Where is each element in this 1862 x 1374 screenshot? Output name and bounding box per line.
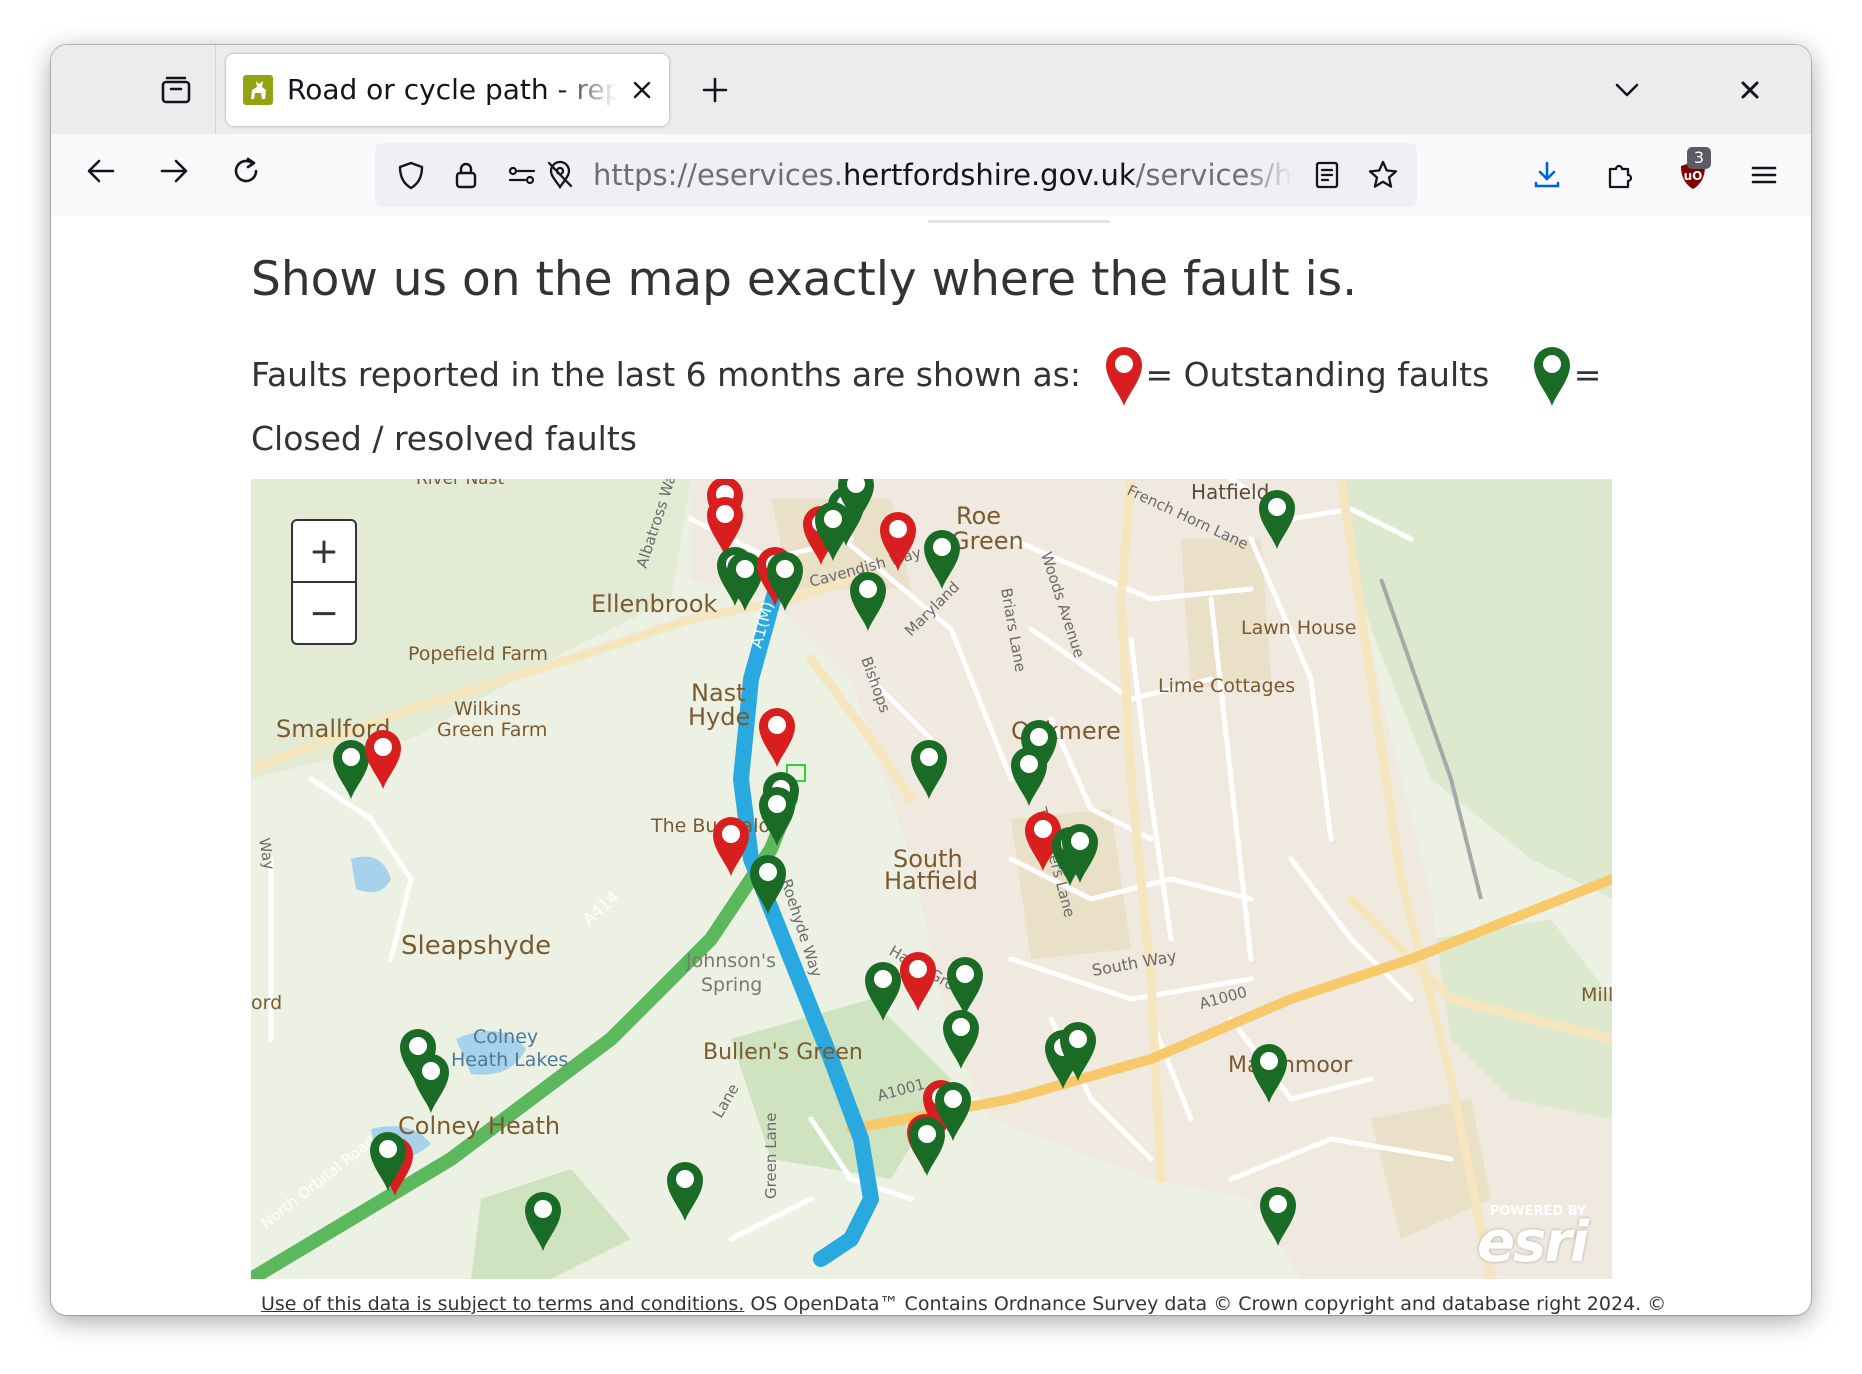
legend-intro: Faults reported in the last 6 months are… [251, 355, 1081, 394]
tab-title: Road or cycle path - report a fault [287, 73, 617, 106]
map-attribution: Use of this data is subject to terms and… [261, 1293, 1761, 1315]
outstanding-fault-pin-icon[interactable] [900, 952, 936, 1011]
location-blocked-icon[interactable] [538, 153, 582, 197]
terms-link[interactable]: Use of this data is subject to terms and… [261, 1293, 744, 1315]
list-all-tabs-chevron-icon[interactable] [1606, 69, 1648, 111]
page-heading: Show us on the map exactly where the fau… [251, 252, 1358, 307]
outstanding-fault-pin-icon[interactable] [707, 497, 743, 556]
closed-fault-pin-icon[interactable] [909, 1117, 945, 1176]
app-menu-hamburger-icon[interactable] [1740, 151, 1788, 199]
extension-badge: 3 [1687, 147, 1711, 169]
new-tab-icon[interactable] [694, 69, 736, 111]
page-content: Show us on the map exactly where the fau… [51, 216, 1811, 1315]
esri-wordmark: esri [1477, 1210, 1589, 1275]
outstanding-fault-pin-icon[interactable] [880, 512, 916, 571]
svg-text:uO: uO [1684, 169, 1703, 183]
url-host: hertfordshire.gov.uk [843, 158, 1136, 192]
closed-fault-pin-icon[interactable] [750, 855, 786, 914]
padlock-icon[interactable] [444, 153, 488, 197]
scroll-hint [928, 220, 1110, 223]
outstanding-fault-pin-icon [1102, 344, 1146, 408]
fault-map[interactable]: River Nast Hatfield French Horn Lane Roe… [251, 479, 1612, 1279]
reader-view-icon[interactable] [1305, 153, 1349, 197]
forward-icon[interactable] [151, 148, 197, 194]
tab-close-icon[interactable] [627, 75, 657, 105]
closed-fault-pin-icon[interactable] [413, 1054, 449, 1113]
closed-fault-pin-icon[interactable] [850, 572, 886, 631]
attribution-text: OS OpenData™ Contains Ordnance Survey da… [744, 1293, 1667, 1315]
legend-outstanding: = Outstanding faults [1145, 355, 1490, 394]
closed-fault-pin-icon[interactable] [667, 1162, 703, 1221]
closed-fault-pin-icon [1530, 344, 1574, 408]
zoom-out-button[interactable]: − [293, 583, 355, 643]
zoom-in-button[interactable]: + [293, 521, 355, 581]
closed-fault-pin-icon[interactable] [911, 740, 947, 799]
closed-fault-pin-icon[interactable] [525, 1192, 561, 1251]
closed-fault-pin-icon[interactable] [333, 740, 369, 799]
firefox-view-icon[interactable] [155, 69, 197, 111]
tab-active[interactable]: Road or cycle path - report a fault [226, 54, 669, 126]
hertfordshire-favicon-icon [243, 75, 273, 105]
closed-fault-pin-icon[interactable] [1259, 490, 1295, 549]
closed-fault-pin-icon[interactable] [767, 552, 803, 611]
fault-pins-layer[interactable] [251, 479, 1612, 1279]
map-legend: Faults reported in the last 6 months are… [251, 344, 1651, 470]
reload-icon[interactable] [223, 148, 269, 194]
closed-fault-pin-icon[interactable] [1260, 1187, 1296, 1246]
closed-fault-pin-icon[interactable] [947, 957, 983, 1016]
url-path: /services/hidden [1135, 158, 1293, 192]
close-window-icon[interactable] [1729, 69, 1771, 111]
outstanding-fault-pin-icon[interactable] [713, 817, 749, 876]
outstanding-fault-pin-icon[interactable] [365, 730, 401, 789]
closed-fault-pin-icon[interactable] [759, 787, 795, 846]
closed-fault-pin-icon[interactable] [1011, 747, 1047, 806]
browser-window: Road or cycle path - report a fault [51, 45, 1811, 1315]
closed-fault-pin-icon[interactable] [865, 962, 901, 1021]
esri-logo: POWERED BY esri [1473, 1204, 1603, 1275]
url-text[interactable]: https://eservices.hertfordshire.gov.uk/s… [593, 146, 1293, 204]
back-icon[interactable] [78, 148, 124, 194]
extensions-puzzle-icon[interactable] [1596, 151, 1644, 199]
url-prefix: https://eservices. [593, 158, 843, 192]
closed-fault-pin-icon[interactable] [924, 530, 960, 589]
outstanding-fault-pin-icon[interactable] [759, 708, 795, 767]
bookmark-star-icon[interactable] [1361, 153, 1405, 197]
downloads-icon[interactable] [1523, 151, 1571, 199]
tab-divider [215, 45, 216, 134]
closed-fault-pin-icon[interactable] [943, 1010, 979, 1069]
tab-bar: Road or cycle path - report a fault [51, 45, 1811, 134]
tracking-protection-shield-icon[interactable] [389, 153, 433, 197]
zoom-control: + − [291, 519, 357, 645]
closed-fault-pin-icon[interactable] [1251, 1044, 1287, 1103]
